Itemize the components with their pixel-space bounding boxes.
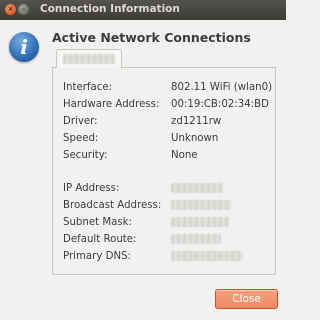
detail-value: 802.11 WiFi (wlan0) <box>171 81 273 93</box>
connection-details-panel: Interface: 802.11 WiFi (wlan0) Hardware … <box>52 67 276 275</box>
title-bar: × – Connection Information <box>0 0 286 20</box>
redacted-value <box>171 234 221 244</box>
detail-label: Speed: <box>63 132 99 144</box>
page-title: Active Network Connections <box>52 30 251 45</box>
detail-label: Hardware Address: <box>63 98 160 110</box>
detail-label: Subnet Mask: <box>63 216 133 228</box>
detail-row-driver: Driver: zd1211rw <box>63 114 221 128</box>
detail-label: IP Address: <box>63 182 120 194</box>
detail-value: Unknown <box>171 132 219 144</box>
tab-label-redacted <box>63 54 115 64</box>
window-title: Connection Information <box>40 3 180 15</box>
redacted-value <box>171 183 223 193</box>
detail-label: Broadcast Address: <box>63 199 162 211</box>
detail-row-speed: Speed: Unknown <box>63 131 218 145</box>
detail-value: 00:19:CB:02:34:BD <box>171 98 269 110</box>
detail-row-interface: Interface: 802.11 WiFi (wlan0) <box>63 80 272 94</box>
detail-label: Primary DNS: <box>63 250 131 262</box>
detail-row-broadcast-address: Broadcast Address: <box>63 198 231 212</box>
detail-label: Driver: <box>63 115 98 127</box>
detail-label: Security: <box>63 149 108 161</box>
detail-value: None <box>171 149 198 161</box>
detail-value: zd1211rw <box>171 115 222 127</box>
detail-row-subnet-mask: Subnet Mask: <box>63 215 229 229</box>
detail-row-security: Security: None <box>63 148 198 162</box>
detail-row-primary-dns: Primary DNS: <box>63 249 243 263</box>
tab-connection[interactable] <box>56 49 122 68</box>
redacted-value <box>171 200 231 210</box>
detail-row-default-route: Default Route: <box>63 232 221 246</box>
detail-label: Interface: <box>63 81 113 93</box>
redacted-value <box>171 217 229 227</box>
close-button[interactable]: Close <box>215 289 278 309</box>
detail-row-ip-address: IP Address: <box>63 181 223 195</box>
redacted-value <box>171 251 243 261</box>
info-icon: i <box>9 32 39 62</box>
detail-row-hardware-address: Hardware Address: 00:19:CB:02:34:BD <box>63 97 269 111</box>
detail-label: Default Route: <box>63 233 137 245</box>
window-close-button[interactable]: × <box>5 4 16 15</box>
window-minimize-button[interactable]: – <box>18 4 29 15</box>
